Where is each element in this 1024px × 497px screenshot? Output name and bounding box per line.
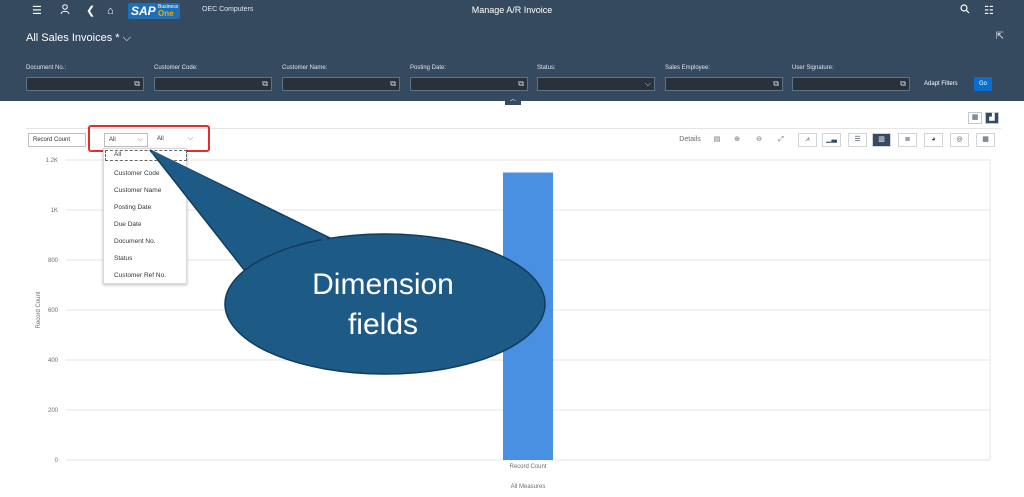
callout-line-2: fields [347,308,419,341]
callout-bubble [149,149,546,375]
callout-text: Dimension fields [258,265,508,345]
callout-line-1: Dimension [312,268,454,301]
